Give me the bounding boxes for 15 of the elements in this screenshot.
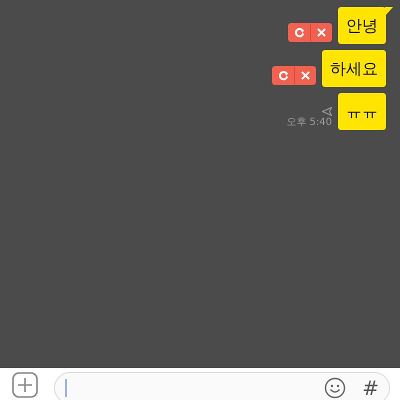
retry-icon bbox=[294, 27, 304, 38]
close-icon bbox=[317, 28, 326, 37]
message-time: 오후 5:40 bbox=[286, 116, 332, 129]
retry-icon bbox=[278, 70, 288, 81]
delete-button[interactable] bbox=[294, 66, 316, 85]
message-bubble: ㅠㅠ bbox=[338, 93, 386, 130]
message-input[interactable]: # bbox=[54, 372, 390, 400]
retry-button[interactable] bbox=[288, 23, 310, 42]
emoji-icon[interactable] bbox=[324, 377, 346, 399]
close-icon bbox=[301, 71, 310, 80]
hashtag-button[interactable]: # bbox=[362, 378, 379, 398]
retry-button[interactable] bbox=[272, 66, 294, 85]
add-icon[interactable] bbox=[12, 372, 38, 398]
delete-button[interactable] bbox=[310, 23, 332, 42]
message-bubble: 하세요 bbox=[322, 50, 386, 87]
